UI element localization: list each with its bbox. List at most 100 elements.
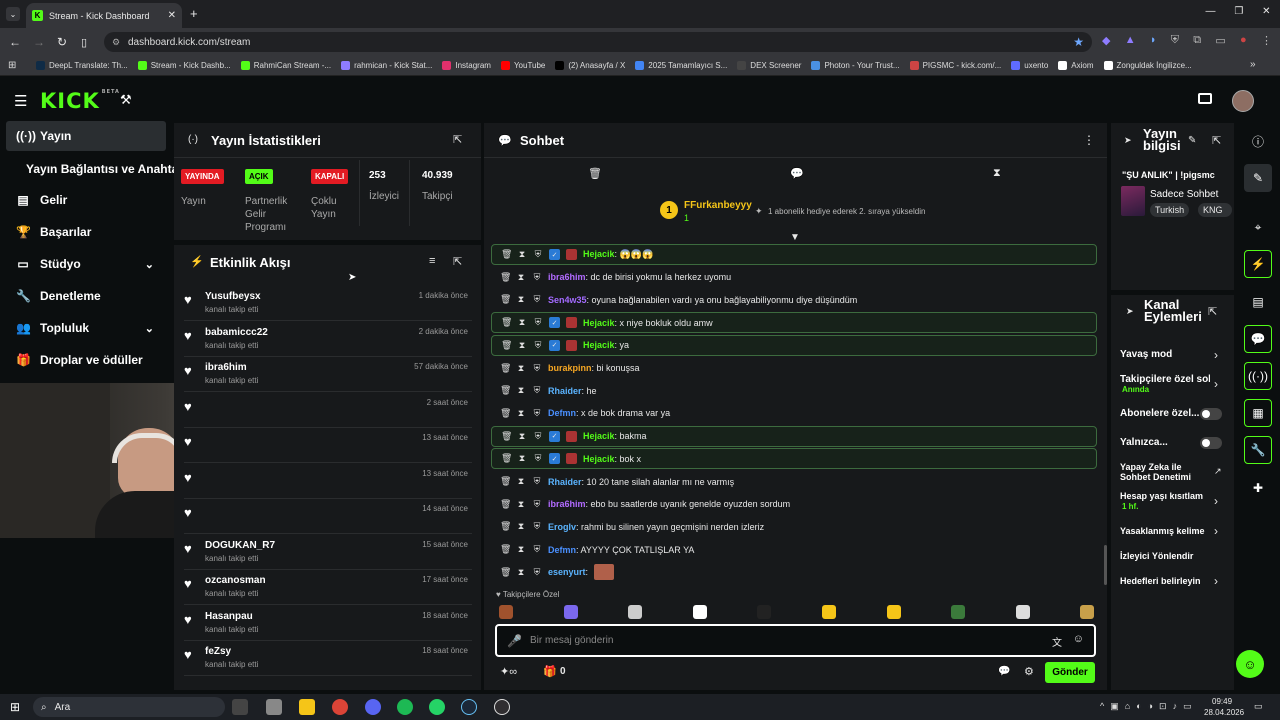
category-name[interactable]: Sadece Sohbet [1150, 189, 1218, 200]
forward-icon[interactable]: → [33, 35, 45, 49]
category-thumbnail[interactable] [1121, 186, 1145, 216]
bookmark-item[interactable]: Instagram [442, 61, 491, 70]
chat-input[interactable]: 🎤 Bir mesaj gönderin 文 ☺ [495, 624, 1096, 657]
chevron-right-icon[interactable]: › [1214, 524, 1218, 538]
folder-icon[interactable] [299, 699, 315, 715]
tab-list-button[interactable]: ⌄ [6, 7, 20, 21]
file-explorer-icon[interactable] [266, 699, 282, 715]
feed-username[interactable]: ibra6him [205, 362, 247, 373]
ban-shield-icon[interactable]: ⛨ [532, 567, 542, 578]
emote-button[interactable] [692, 605, 707, 619]
message-icon[interactable]: 💬 [790, 167, 804, 180]
delete-message-icon[interactable]: 🗑 [500, 408, 511, 419]
timeout-icon[interactable]: ⧗ [517, 453, 527, 464]
trash-icon[interactable]: 🗑 [588, 167, 602, 180]
close-tab-icon[interactable]: ✕ [168, 10, 176, 21]
chat-username[interactable]: Hejacik [583, 431, 615, 441]
chat-menu-dots-icon[interactable]: ⋮ [1083, 133, 1095, 147]
hammer-icon[interactable]: ⚒ [120, 92, 132, 108]
bookmarks-overflow-icon[interactable]: » [1250, 59, 1256, 70]
bookmark-item[interactable]: Stream - Kick Dashb... [137, 61, 231, 70]
shield-icon[interactable]: ⛨ [1171, 34, 1179, 47]
bookmark-item[interactable]: 2025 Tamamlayıcı S... [635, 61, 727, 70]
taskbar-search[interactable]: ⌕ Ara [33, 697, 225, 717]
chat-message[interactable]: 🗑 ⧗ ⛨ Rhaider: 10 20 tane silah alanlar mı … [491, 471, 1097, 492]
layout-icon[interactable]: ▦ [1244, 399, 1272, 427]
url-field[interactable]: ⚙ dashboard.kick.com/stream ★ [104, 32, 1092, 52]
chat-username[interactable]: esenyurt [548, 567, 586, 577]
popout-icon[interactable]: ⇱ [453, 255, 462, 268]
ban-shield-icon[interactable]: ⛨ [532, 521, 542, 532]
timeout-icon[interactable]: ⧗ [516, 521, 526, 532]
timeout-icon[interactable]: ⧗ [516, 499, 526, 510]
chat-message[interactable]: 🗑 ⧗ ⛨ esenyurt: [491, 562, 1097, 583]
browser-tab[interactable]: K Stream - Kick Dashboard ✕ [26, 3, 182, 28]
edit-pencil-icon[interactable]: ✎ [1244, 164, 1272, 192]
chat-message[interactable]: 🗑 ⧗ ⛨ Defmn: x de bok drama var ya [491, 403, 1097, 424]
back-icon[interactable]: ← [9, 35, 21, 49]
chat-message[interactable]: 🗑 ⧗ ⛨ ✓ Hejacik: ya [491, 334, 1097, 356]
broadcast-icon[interactable]: ((·)) [1244, 362, 1272, 390]
chat-username[interactable]: ibra6him [548, 272, 586, 282]
split-view-icon[interactable]: ▯ [81, 36, 87, 49]
feed-username[interactable]: ozcanosman [205, 575, 266, 586]
chat-username[interactable]: Hejacik [583, 249, 615, 259]
support-chat-button[interactable]: ☺ [1236, 650, 1264, 678]
emote-button[interactable] [951, 605, 966, 619]
popout-icon[interactable]: ⇱ [1212, 134, 1221, 147]
delete-message-icon[interactable]: 🗑 [500, 385, 511, 396]
timeout-icon[interactable]: ⧗ [516, 272, 526, 283]
chat-message[interactable]: 🗑 ⧗ ⛨ ✓ Hejacik: bok x [491, 448, 1097, 470]
restore-icon[interactable]: ❐ [1234, 6, 1243, 17]
delete-message-icon[interactable]: 🗑 [501, 453, 512, 464]
sidebar-item-drops[interactable]: 🎁 Droplar ve ödüller [6, 345, 166, 375]
extension-icon[interactable]: ◆ [1102, 34, 1110, 47]
chat-message[interactable]: 🗑 ⧗ ⛨ ✓ Hejacik: 😱😱😱 [491, 244, 1097, 265]
timeout-icon[interactable]: ⧗ [516, 476, 526, 487]
steam-icon[interactable] [461, 699, 477, 715]
emote-button[interactable] [822, 605, 836, 619]
emote-button[interactable] [757, 605, 772, 619]
focus-icon[interactable]: ⌖ [1244, 213, 1272, 241]
profile-avatar-icon[interactable]: ● [1240, 34, 1247, 47]
ban-shield-icon[interactable]: ⛨ [533, 317, 543, 328]
chat-message[interactable]: 🗑 ⧗ ⛨ Eroglv: rahmi bu silinen yayın geçmiş… [491, 516, 1097, 537]
popout-icon[interactable]: ⇱ [453, 133, 462, 146]
delete-message-icon[interactable]: 🗑 [500, 567, 511, 578]
notes-icon[interactable]: ▤ [1244, 288, 1272, 316]
delete-message-icon[interactable]: 🗑 [500, 521, 511, 532]
sidebar-item-stream-key[interactable]: Yayın Bağlantısı ve Anahtarı [16, 154, 186, 184]
window-controls[interactable]: — ❐ ✕ [1196, 6, 1280, 17]
translate-icon[interactable]: 文 [1052, 634, 1062, 649]
menu-dots-icon[interactable]: ⋮ [1261, 34, 1272, 47]
goals-option[interactable]: Hedefleri belirleyin [1120, 576, 1201, 586]
bookmark-item[interactable]: Photon - Your Trust... [811, 61, 900, 70]
delete-message-icon[interactable]: 🗑 [500, 294, 511, 305]
spotify-icon[interactable] [397, 699, 413, 715]
timeout-icon[interactable]: ⧗ [516, 385, 526, 396]
external-link-icon[interactable]: ↗ [1214, 466, 1222, 477]
lightning-icon[interactable]: ⚡ [1244, 250, 1272, 278]
ban-shield-icon[interactable]: ⛨ [533, 453, 543, 464]
feed-username[interactable]: Hasanpau [205, 611, 253, 622]
site-info-icon[interactable]: ⚙ [112, 37, 120, 48]
ban-shield-icon[interactable]: ⛨ [532, 499, 542, 510]
sidebar-item-community[interactable]: 👥 Topluluk ⌄ [6, 313, 166, 343]
chrome-icon[interactable] [332, 699, 348, 715]
feed-username[interactable]: Yusufbeysx [205, 291, 261, 302]
chat-username[interactable]: ibra6him [548, 499, 586, 509]
delete-message-icon[interactable]: 🗑 [501, 340, 512, 351]
ban-shield-icon[interactable]: ⛨ [533, 431, 543, 442]
ban-shield-icon[interactable]: ⛨ [532, 408, 542, 419]
emote-button[interactable] [563, 605, 578, 619]
chevron-right-icon[interactable]: › [1214, 494, 1218, 508]
emoji-icon[interactable]: ☺ [1073, 633, 1084, 645]
chevron-right-icon[interactable]: › [1214, 377, 1218, 391]
chat-message[interactable]: 🗑 ⧗ ⛨ ibra6him: ebo bu saatlerde uyanık gen… [491, 494, 1097, 515]
timeout-icon[interactable]: ⧗ [516, 294, 526, 305]
chevron-right-icon[interactable]: › [1214, 574, 1218, 588]
chat-message[interactable]: 🗑 ⧗ ⛨ Sen4w35: oyuna bağlanabilen vardı ya … [491, 289, 1097, 310]
emote-button[interactable] [499, 605, 513, 619]
subs-only-toggle[interactable] [1200, 408, 1222, 420]
ban-shield-icon[interactable]: ⛨ [532, 544, 542, 555]
